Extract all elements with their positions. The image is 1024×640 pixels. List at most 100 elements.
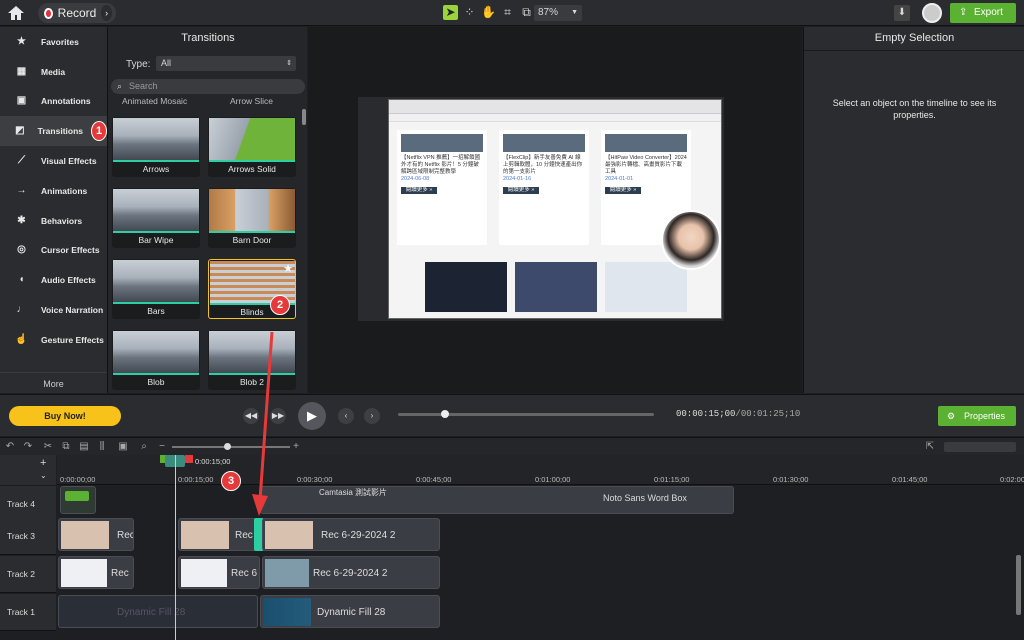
add-track-icon[interactable]: + [40, 457, 46, 469]
sidebar-item-cursor-effects[interactable]: ◎ Cursor Effects [0, 236, 107, 266]
tile-thumbnail [209, 189, 295, 233]
track-header-3[interactable]: Track 3 [0, 518, 56, 555]
card-title: 【Netflix VPN 推薦】一招解鎖國外才有的 Netflix 影片！5 分… [401, 155, 481, 175]
step-marker-3: 3 [221, 471, 241, 491]
properties-button[interactable]: ⚙ Properties [938, 406, 1016, 426]
sidebar-item-favorites[interactable]: ★ Favorites [0, 27, 107, 57]
gear-icon: ⚙ [947, 411, 956, 421]
canvas-preview: 【Netflix VPN 推薦】一招解鎖國外才有的 Netflix 影片！5 分… [308, 27, 802, 393]
split-icon[interactable]: ⫼ [96, 441, 108, 453]
sidebar-item-audio-effects[interactable]: ◖ Audio Effects [0, 265, 107, 295]
clip-label: Rec 6-29-2024 2 [313, 568, 388, 579]
timecode: 00:00:15;00/00:01:25;10 [676, 409, 800, 419]
playhead[interactable] [175, 455, 176, 640]
track-header-1[interactable]: Track 1 [0, 594, 56, 631]
timeline-clip[interactable]: Rec 6 [178, 556, 260, 589]
timeline-clip[interactable]: Rec [178, 518, 260, 551]
timeline-clip[interactable]: Rec 6-29-2024 2 [262, 518, 440, 551]
timeline-clip[interactable]: Camtasia 測試影片 Noto Sans Word Box [260, 486, 734, 514]
avatar[interactable] [922, 3, 942, 23]
cursor-icon: ◎ [17, 244, 26, 256]
sidebar-item-visual-effects[interactable]: ⟋ Visual Effects [0, 146, 107, 176]
timeline-clip[interactable]: Rec 6-29-2024 2 [262, 556, 440, 589]
canvas-tools: ➤ ⁘ ✋ ⌗ ⧉ [443, 5, 534, 20]
more-button[interactable]: More [0, 372, 107, 389]
sidebar-item-label: Gesture Effects [41, 334, 104, 345]
transition-tile-barn-door[interactable]: Barn Door [208, 188, 296, 248]
export-button[interactable]: ⇪ Export [950, 3, 1016, 23]
playback-scrubber[interactable] [398, 413, 654, 416]
previous-icon[interactable]: ‹ [338, 408, 354, 424]
card-thumbnail [401, 134, 483, 152]
panel-scrollbar[interactable] [302, 109, 306, 125]
clip-label: Rec 6 [231, 568, 258, 579]
sidebar-item-animations[interactable]: → Animations [0, 176, 107, 206]
tile-thumbnail [209, 118, 295, 162]
detach-icon[interactable]: ⇱ [924, 441, 936, 453]
audio-icon: ◖ [18, 274, 25, 286]
pointer-icon[interactable]: ➤ [443, 5, 458, 20]
buy-now-button[interactable]: Buy Now! [9, 406, 121, 426]
sidebar-item-label: Behaviors [41, 215, 83, 226]
zoom-slider-handle[interactable] [224, 443, 231, 450]
download-icon[interactable]: ⬇ [894, 5, 910, 21]
search-input[interactable]: ⌕ Search [111, 79, 305, 94]
timeline: + ⌄ 0:00:00;00 0:00:15;00 0:00:30;00 0:0… [0, 455, 1024, 640]
tile-label: Arrow Slice [230, 96, 273, 106]
ruler-label: 0:01:15;00 [654, 475, 690, 484]
chevron-right-icon[interactable]: › [101, 5, 112, 21]
crop-icon[interactable]: ⌗ [500, 5, 515, 20]
copy-icon[interactable]: ⧉ [60, 441, 72, 453]
transition-tile-bar-wipe[interactable]: Bar Wipe [112, 188, 200, 248]
timeline-clip[interactable]: Dynamic Fill 28 [260, 595, 440, 628]
pan-hand-icon[interactable]: ✋ [481, 5, 496, 20]
paste-icon[interactable]: ▤ [78, 441, 90, 453]
sidebar-item-media[interactable]: ▦ Media [0, 57, 107, 87]
record-button[interactable]: Record › [38, 3, 116, 23]
card-thumbnail [425, 262, 507, 312]
sidebar-item-gesture-effects[interactable]: ☝ Gesture Effects [0, 325, 107, 355]
browser-tabbar [389, 100, 721, 114]
scrubber-handle[interactable] [441, 410, 449, 418]
step-marker-2: 2 [270, 295, 290, 315]
next-icon[interactable]: › [364, 408, 380, 424]
redo-icon[interactable]: ↷ [22, 441, 34, 453]
sidebar-item-annotations[interactable]: ▣ Annotations [0, 87, 107, 117]
timeline-clip[interactable]: Rec [58, 556, 134, 589]
transition-tile-bars[interactable]: Bars [112, 259, 200, 319]
fit-icon[interactable]: ⧉ [519, 5, 534, 20]
camera-icon[interactable]: ▣ [117, 441, 129, 453]
card-button: 閱讀更多 » [503, 187, 539, 194]
timeline-clip[interactable]: Rec [58, 518, 134, 551]
wand-icon: ⟋ [18, 155, 25, 167]
zoom-in-icon[interactable]: + [290, 441, 302, 453]
timeline-scrollbar[interactable] [1016, 555, 1021, 615]
timeline-clip[interactable] [60, 486, 96, 514]
transition-tile-blob[interactable]: Blob [112, 330, 200, 390]
sidebar-item-voice-narration[interactable]: ♩ Voice Narration [0, 295, 107, 325]
card-button: 閱讀更多 » [605, 187, 641, 194]
transition-tile-arrows[interactable]: Arrows [112, 117, 200, 177]
zoom-out-icon[interactable]: − [156, 441, 168, 453]
timeline-clip[interactable]: Dynamic Fill 28 [58, 595, 258, 628]
play-icon[interactable]: ▶ [298, 402, 326, 430]
card-thumbnail [503, 134, 585, 152]
type-select[interactable]: All ⇕ [156, 56, 296, 71]
home-button[interactable] [6, 4, 26, 22]
edit-points-icon[interactable]: ⁘ [462, 5, 477, 20]
sidebar-item-label: Transitions [37, 126, 83, 137]
zoom-icon[interactable]: ⌕ [138, 441, 150, 453]
out-point-marker[interactable] [185, 455, 193, 463]
blog-thumbnails-row [425, 262, 687, 312]
undo-icon[interactable]: ↶ [4, 441, 16, 453]
timeline-search[interactable] [944, 442, 1016, 452]
recorded-browser-screen[interactable]: 【Netflix VPN 推薦】一招解鎖國外才有的 Netflix 影片！5 分… [388, 99, 722, 319]
chevron-down-icon[interactable]: ⌄ [40, 471, 47, 480]
sidebar-item-transitions[interactable]: ◩ Transitions 1 [0, 116, 107, 147]
zoom-dropdown[interactable]: 87% ▼ [534, 5, 582, 21]
cut-icon[interactable]: ✂ [42, 441, 54, 453]
transition-tile-arrows-solid[interactable]: Arrows Solid [208, 117, 296, 177]
sidebar-item-behaviors[interactable]: ✱ Behaviors [0, 206, 107, 236]
track-header-2[interactable]: Track 2 [0, 556, 56, 593]
favorite-star-icon[interactable]: ★ [283, 262, 293, 275]
